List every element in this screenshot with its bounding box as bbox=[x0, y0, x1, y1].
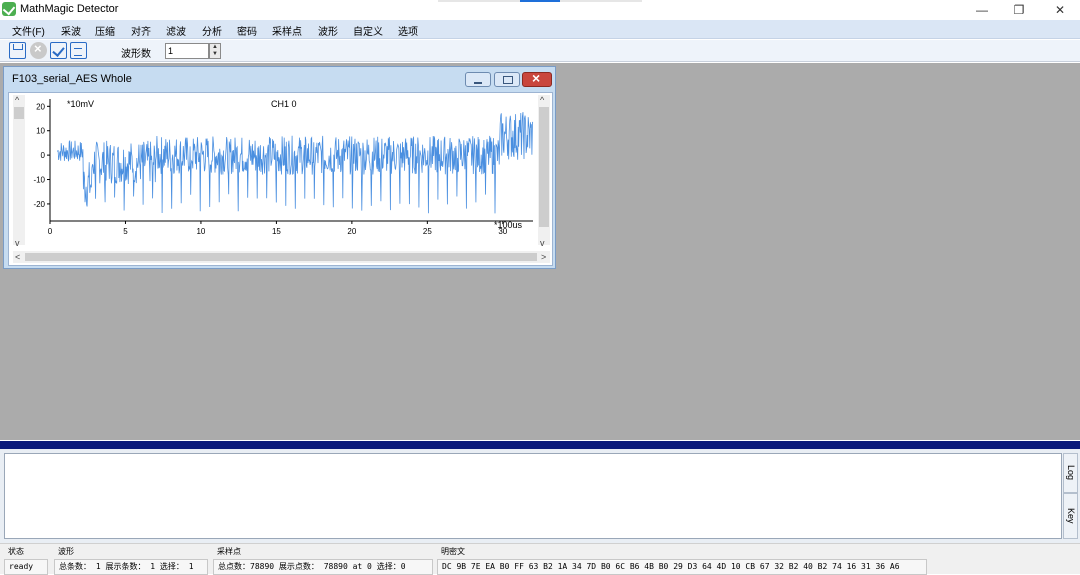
waveform-chart[interactable]: ^ v ^ v < > 20100-10-200 5 10 15 20 25 30 *10m… bbox=[9, 93, 554, 267]
mdi-workspace: F103_serial_AES Whole ^ v ^ v < > 20100-… bbox=[0, 63, 1080, 440]
y-tick-label: 20 bbox=[36, 102, 45, 111]
scroll-right-icon[interactable]: > bbox=[541, 252, 546, 262]
status-ciphertext-label: 明密文 bbox=[441, 547, 465, 556]
status-wave-value: 总条数： 1 展示条数： 1 选择： 1 bbox=[54, 559, 208, 575]
menu-analysis[interactable]: 分析 bbox=[202, 23, 222, 38]
status-bar: 状态 ready 波形 总条数： 1 展示条数： 1 选择： 1 采样点 总点数… bbox=[0, 543, 1080, 575]
menu-compress[interactable]: 压缩 bbox=[95, 23, 115, 38]
plot-window: F103_serial_AES Whole ^ v ^ v < > 20100-… bbox=[3, 66, 556, 269]
tab-key[interactable]: Key bbox=[1063, 493, 1078, 539]
x-tick-label: 5 bbox=[123, 227, 128, 236]
menu-custom[interactable]: 自定义 bbox=[353, 23, 383, 38]
clipboard-icon[interactable] bbox=[70, 42, 87, 59]
menu-filter[interactable]: 滤波 bbox=[166, 23, 186, 38]
x-tick-label: 10 bbox=[196, 227, 205, 236]
status-ciphertext-value: DC 9B 7E EA B0 FF 63 B2 1A 34 7D B0 6C B… bbox=[437, 559, 927, 575]
panel-divider[interactable] bbox=[0, 441, 1080, 449]
right-scrollbar-thumb[interactable] bbox=[539, 107, 549, 227]
plot-minimize-button[interactable] bbox=[465, 72, 491, 87]
tab-log[interactable]: Log bbox=[1063, 453, 1078, 493]
status-state-value: ready bbox=[4, 559, 48, 575]
close-circle-icon[interactable] bbox=[30, 41, 47, 59]
right-scroll-down-icon[interactable]: v bbox=[540, 238, 545, 248]
menu-waveform[interactable]: 波形 bbox=[318, 23, 338, 38]
menu-file[interactable]: 文件(F) bbox=[12, 23, 45, 38]
toolbar: 波形数 1 ▲▼ bbox=[0, 40, 1080, 62]
save-icon[interactable] bbox=[9, 42, 26, 59]
app-logo-icon bbox=[2, 2, 16, 16]
plot-area: ^ v ^ v < > 20 10 0 -10 -20 0 5 10 15 20 25 30 *10m… bbox=[8, 92, 553, 266]
wave-count-input[interactable]: 1 bbox=[165, 43, 209, 59]
restore-button[interactable]: ❐ bbox=[999, 0, 1039, 20]
left-scroll-down-icon[interactable]: v bbox=[15, 238, 20, 248]
plot-maximize-button[interactable] bbox=[494, 72, 520, 87]
plot-close-button[interactable] bbox=[522, 70, 552, 87]
y-tick-label: -20 bbox=[33, 200, 45, 209]
scroll-left-icon[interactable]: < bbox=[15, 252, 20, 262]
title-bar: MathMagic Detector — ❐ ✕ bbox=[0, 0, 1080, 20]
status-state-label: 状态 bbox=[8, 547, 24, 556]
check-icon[interactable] bbox=[50, 42, 67, 59]
y-tick-label: 0 bbox=[41, 151, 46, 160]
y-tick-label: -10 bbox=[33, 176, 45, 185]
waveform-trace bbox=[57, 112, 534, 214]
channel-label: CH1 0 bbox=[271, 99, 297, 109]
accent-strip bbox=[520, 0, 560, 2]
status-wave: 波形 总条数： 1 展示条数： 1 选择： 1 bbox=[54, 546, 208, 575]
left-scrollbar-thumb[interactable] bbox=[14, 107, 24, 119]
status-state: 状态 ready bbox=[4, 546, 48, 575]
y-tick-label: 10 bbox=[36, 127, 45, 136]
wave-count-label: 波形数 bbox=[121, 49, 151, 60]
horizontal-scrollbar-thumb[interactable] bbox=[25, 253, 537, 261]
menu-align[interactable]: 对齐 bbox=[131, 23, 151, 38]
x-axis-unit: *100us bbox=[494, 220, 523, 230]
menu-capture[interactable]: 采波 bbox=[61, 23, 81, 38]
window-title: MathMagic Detector bbox=[20, 3, 119, 15]
menu-options[interactable]: 选项 bbox=[398, 23, 418, 38]
x-tick-label: 15 bbox=[272, 227, 281, 236]
status-samples-label: 采样点 bbox=[217, 547, 241, 556]
minimize-button[interactable]: — bbox=[962, 0, 1002, 20]
waveform-line bbox=[57, 112, 534, 214]
x-tick-label: 20 bbox=[347, 227, 356, 236]
wave-count-stepper[interactable]: ▲ ▼ bbox=[209, 43, 221, 59]
menu-bar: 文件(F) 采波 压缩 对齐 滤波 分析 密码 采样点 波形 自定义 选项 bbox=[0, 20, 1080, 39]
status-wave-label: 波形 bbox=[58, 547, 74, 556]
plot-window-title: F103_serial_AES Whole bbox=[12, 73, 132, 85]
x-tick-label: 0 bbox=[48, 227, 53, 236]
status-samples-value: 总点数：78890 展示点数： 78890 at 0 选择：0 bbox=[213, 559, 433, 575]
output-panel: Log Key bbox=[0, 449, 1080, 543]
output-textbox[interactable] bbox=[4, 453, 1062, 539]
menu-crypto[interactable]: 密码 bbox=[237, 23, 257, 38]
x-tick-label: 25 bbox=[423, 227, 432, 236]
status-samples: 采样点 总点数：78890 展示点数： 78890 at 0 选择：0 bbox=[213, 546, 433, 575]
y-axis-unit: *10mV bbox=[67, 99, 94, 109]
menu-sample-points[interactable]: 采样点 bbox=[272, 23, 302, 38]
status-ciphertext: 明密文 DC 9B 7E EA B0 FF 63 B2 1A 34 7D B0 … bbox=[437, 546, 927, 575]
close-button[interactable]: ✕ bbox=[1040, 0, 1080, 20]
